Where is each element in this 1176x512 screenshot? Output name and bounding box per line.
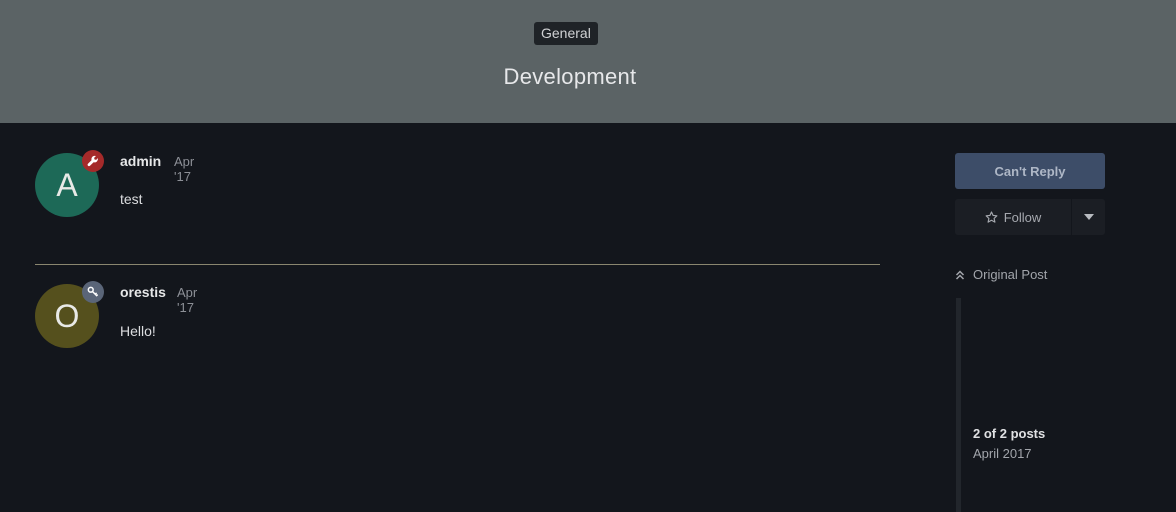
- post-date[interactable]: Apr '17: [177, 285, 197, 315]
- post-divider: [35, 264, 880, 265]
- star-icon: [985, 210, 998, 223]
- wrench-icon: [82, 150, 104, 172]
- key-icon: [82, 281, 104, 303]
- post-body: Hello!: [120, 323, 156, 339]
- category-tag[interactable]: General: [534, 22, 598, 45]
- post-date[interactable]: Apr '17: [174, 154, 194, 184]
- timeline-progress: 2 of 2 posts: [973, 426, 1046, 441]
- caret-down-icon: [1083, 214, 1094, 220]
- topic-title: Development: [503, 64, 637, 89]
- post-author[interactable]: admin: [120, 153, 161, 169]
- timeline-date: April 2017: [973, 446, 1032, 461]
- post-body: test: [120, 191, 143, 207]
- notification-dropdown[interactable]: [1072, 199, 1105, 235]
- original-post-label: Original Post: [973, 267, 1048, 282]
- follow-label: Follow: [1003, 209, 1042, 225]
- post-author[interactable]: orestis: [120, 284, 166, 300]
- reply-button[interactable]: Can't Reply: [955, 153, 1105, 189]
- timeline-scrollbar[interactable]: [956, 298, 961, 512]
- topic-header: General Development: [0, 0, 1176, 123]
- double-chevron-up-icon: [955, 269, 965, 280]
- follow-button[interactable]: Follow: [955, 199, 1071, 235]
- original-post-link[interactable]: Original Post: [955, 267, 1047, 282]
- reply-button-label: Can't Reply: [994, 163, 1066, 179]
